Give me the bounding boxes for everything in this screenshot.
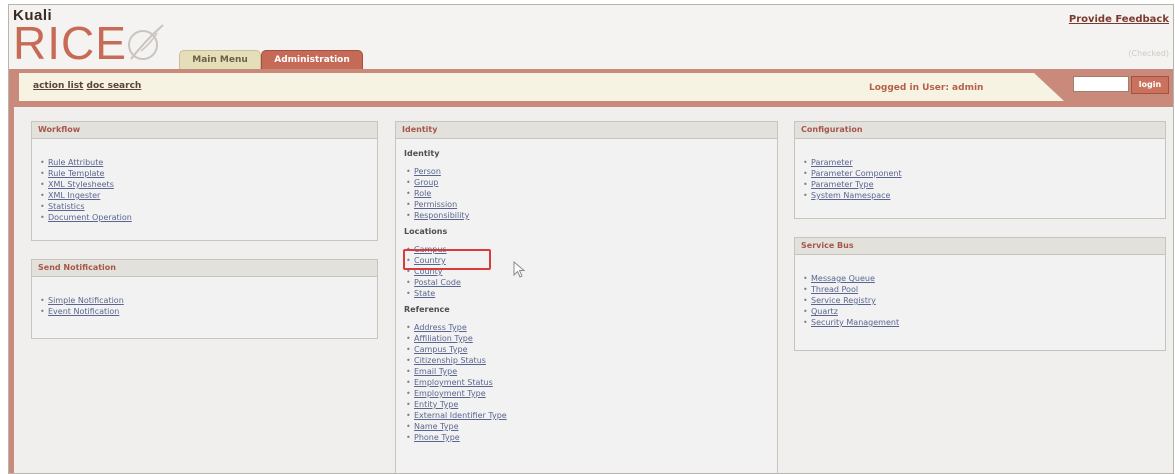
configuration-list: Parameter Parameter Component Parameter … xyxy=(801,157,1165,201)
identity-section-list: Person Group Role Permission Responsibil… xyxy=(404,166,777,221)
workflow-title: Workflow xyxy=(32,122,377,139)
list-item[interactable]: State xyxy=(404,288,777,299)
list-item[interactable]: Rule Attribute xyxy=(38,157,377,168)
identity-content: Identity Person Group Role Permission Re… xyxy=(404,149,777,443)
service-bus-list: Message Queue Thread Pool Service Regist… xyxy=(801,273,1165,328)
list-item[interactable]: Document Operation xyxy=(38,212,377,223)
rice-logo-text: RICE xyxy=(13,17,127,69)
toolbar-links: action list doc search xyxy=(33,81,141,91)
login-input[interactable] xyxy=(1073,76,1129,92)
rice-logo-icon xyxy=(128,24,164,60)
browser-frame: Kuali RICE Main Menu Administration Prov… xyxy=(8,4,1174,474)
logged-in-user: Logged in User: admin xyxy=(869,83,984,93)
list-item[interactable]: Citizenship Status xyxy=(404,355,777,366)
send-notification-title: Send Notification xyxy=(32,260,377,277)
tab-administration[interactable]: Administration xyxy=(261,50,363,70)
list-item[interactable]: Postal Code xyxy=(404,277,777,288)
provide-feedback-link[interactable]: Provide Feedback xyxy=(1069,14,1169,25)
list-item[interactable]: Group xyxy=(404,177,777,188)
list-item[interactable]: Phone Type xyxy=(404,432,777,443)
send-notification-list: Simple Notification Event Notification xyxy=(38,295,377,317)
list-item[interactable]: Name Type xyxy=(404,421,777,432)
tab-main-menu[interactable]: Main Menu xyxy=(179,50,261,70)
list-item[interactable]: Affiliation Type xyxy=(404,333,777,344)
identity-section-heading: Identity xyxy=(404,149,440,158)
doc-search-link[interactable]: doc search xyxy=(87,81,142,91)
list-item[interactable]: Employment Status xyxy=(404,377,777,388)
list-item[interactable]: Simple Notification xyxy=(38,295,377,306)
locations-section-heading: Locations xyxy=(404,227,448,236)
identity-title: Identity xyxy=(396,122,777,139)
list-item[interactable]: Parameter Type xyxy=(801,179,1165,190)
list-item[interactable]: Rule Template xyxy=(38,168,377,179)
list-item[interactable]: Service Registry xyxy=(801,295,1165,306)
list-item[interactable]: System Namespace xyxy=(801,190,1165,201)
list-item[interactable]: Email Type xyxy=(404,366,777,377)
list-item[interactable]: Employment Type xyxy=(404,388,777,399)
checked-label: (Checked) xyxy=(1128,49,1169,58)
list-item[interactable]: XML Ingester xyxy=(38,190,377,201)
list-item[interactable]: XML Stylesheets xyxy=(38,179,377,190)
list-item[interactable]: Event Notification xyxy=(38,306,377,317)
list-item[interactable]: Parameter Component xyxy=(801,168,1165,179)
service-bus-panel: Service Bus Message Queue Thread Pool Se… xyxy=(794,237,1166,351)
list-item[interactable]: Responsibility xyxy=(404,210,777,221)
list-item[interactable]: Permission xyxy=(404,199,777,210)
workflow-panel: Workflow Rule Attribute Rule Template XM… xyxy=(31,121,378,241)
list-item[interactable]: Role xyxy=(404,188,777,199)
reference-section-heading: Reference xyxy=(404,305,450,314)
campus-highlight-box xyxy=(403,249,491,270)
list-item[interactable]: External Identifier Type xyxy=(404,410,777,421)
workflow-list: Rule Attribute Rule Template XML Stylesh… xyxy=(38,157,377,223)
identity-panel: Identity Identity Person Group Role Perm… xyxy=(395,121,778,473)
list-item[interactable]: Quartz xyxy=(801,306,1165,317)
list-item[interactable]: Person xyxy=(404,166,777,177)
list-item[interactable]: Address Type xyxy=(404,322,777,333)
configuration-panel: Configuration Parameter Parameter Compon… xyxy=(794,121,1166,219)
service-bus-title: Service Bus xyxy=(795,238,1165,255)
list-item[interactable]: Statistics xyxy=(38,201,377,212)
list-item[interactable]: Entity Type xyxy=(404,399,777,410)
list-item[interactable]: Campus Type xyxy=(404,344,777,355)
list-item[interactable]: Message Queue xyxy=(801,273,1165,284)
list-item[interactable]: Parameter xyxy=(801,157,1165,168)
page-header: Kuali RICE Main Menu Administration Prov… xyxy=(9,5,1173,71)
configuration-title: Configuration xyxy=(795,122,1165,139)
mouse-cursor-icon xyxy=(513,261,526,278)
left-accent-bar xyxy=(9,105,14,473)
send-notification-panel: Send Notification Simple Notification Ev… xyxy=(31,259,378,339)
list-item[interactable]: Thread Pool xyxy=(801,284,1165,295)
action-list-link[interactable]: action list xyxy=(33,81,83,91)
list-item[interactable]: Security Management xyxy=(801,317,1165,328)
login-button[interactable]: login xyxy=(1131,76,1169,94)
reference-section-list: Address Type Affiliation Type Campus Typ… xyxy=(404,322,777,443)
